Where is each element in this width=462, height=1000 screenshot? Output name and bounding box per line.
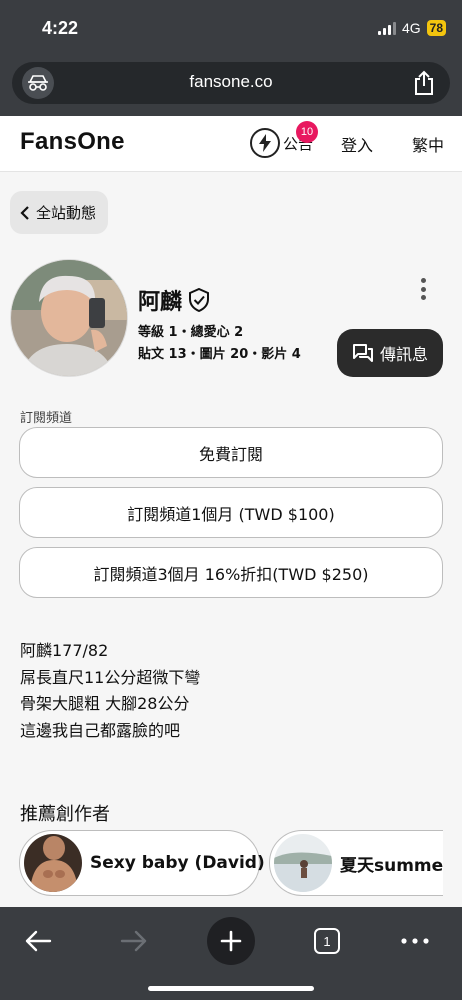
browser-toolbar: 1 (0, 907, 462, 1000)
bolt-icon (250, 128, 280, 158)
creator-avatar (274, 834, 332, 892)
announcement-button[interactable]: 公告 10 (250, 121, 318, 158)
avatar[interactable] (10, 259, 128, 377)
plus-icon[interactable] (207, 917, 255, 965)
forward-arrow-icon[interactable] (110, 917, 158, 965)
back-arrow-icon[interactable] (14, 917, 62, 965)
profile-stats-content: 貼文 13・圖片 20・影片 4 (138, 347, 301, 362)
profile-name-row: 阿麟 (138, 284, 210, 316)
status-time: 4:22 (42, 18, 79, 38)
subscribe-3-months-button[interactable]: 訂閱頻道3個月 16%折扣(TWD $250) (19, 547, 443, 598)
back-to-feed-button[interactable]: 全站動態 (10, 191, 109, 234)
subscribe-free-button[interactable]: 免費訂閱 (19, 427, 443, 478)
tabs-icon: 1 (314, 928, 340, 954)
creator-card[interactable]: Sexy baby (David) (19, 830, 265, 896)
login-link[interactable]: 登入 (341, 132, 373, 156)
tabs-button[interactable]: 1 (303, 917, 351, 965)
url-bar[interactable]: fansone.co (12, 62, 450, 104)
network-label: 4G (401, 20, 421, 36)
creator-name: Sexy baby (David) (90, 853, 265, 873)
menu-dots-icon[interactable] (391, 917, 439, 965)
profile-stats-level: 等級 1・總愛心 2 (138, 325, 244, 340)
chevron-left-icon (20, 205, 29, 220)
language-selector[interactable]: 繁中 (412, 132, 444, 156)
back-button-label: 全站動態 (36, 204, 97, 222)
browser-url-area: fansone.co (0, 58, 462, 116)
share-icon[interactable] (414, 70, 434, 100)
site-logo[interactable]: FansOne (20, 128, 125, 156)
status-bar: 4:22 4G 78 (0, 0, 462, 58)
bio-line: 這邊我自己都露臉的吧 (20, 720, 181, 740)
verified-shield-icon (189, 288, 210, 312)
recommended-title: 推薦創作者 (20, 804, 110, 825)
battery-indicator: 78 (426, 20, 446, 36)
home-indicator (148, 986, 314, 991)
message-button-label: 傳訊息 (379, 345, 428, 364)
signal-icon (377, 21, 396, 35)
site-header: FansOne 公告 10 登入 繁中 (0, 116, 462, 172)
bio-line: 屌長直尺11公分超微下彎 (20, 667, 201, 687)
subscribe-1-month-button[interactable]: 訂閱頻道1個月 (TWD $100) (19, 487, 443, 538)
creator-card[interactable]: 夏天summer (269, 830, 443, 896)
chat-icon (352, 344, 373, 362)
bio-line: 阿麟177/82 (20, 641, 109, 660)
more-vertical-icon[interactable] (415, 278, 431, 300)
url-text: fansone.co (189, 72, 273, 91)
creator-avatar (24, 834, 82, 892)
creator-name: 夏天summer (340, 855, 443, 876)
profile-bio: 阿麟177/82 屌長直尺11公分超微下彎 骨架大腿粗 大腳28公分 這邊我自己… (20, 638, 200, 744)
message-button[interactable]: 傳訊息 (337, 329, 443, 377)
recommended-creators-list[interactable]: Sexy baby (David) 夏天summer (19, 830, 443, 898)
bio-line: 骨架大腿粗 大腳28公分 (20, 694, 190, 713)
announcement-badge: 10 (296, 121, 318, 143)
profile-name: 阿麟 (138, 290, 183, 315)
status-indicators: 4G 78 (377, 20, 446, 36)
subscription-title: 訂閱頻道 (20, 411, 73, 426)
